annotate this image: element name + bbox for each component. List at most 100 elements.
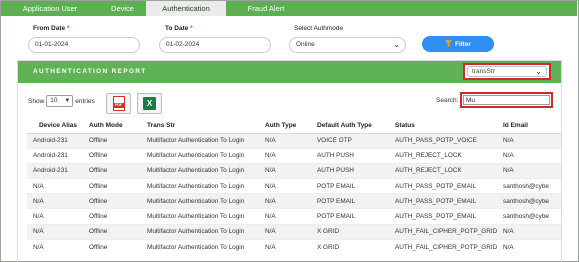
- table-cell: Multifactor Authentication To Login: [147, 132, 265, 149]
- table-cell: AUTH PUSH: [317, 147, 395, 164]
- column-header[interactable]: Device Alias: [27, 118, 89, 134]
- table-row: N/A Offline Multifactor Authentication To …: [27, 193, 561, 209]
- top-tab-bar: Application User Device Authentication F…: [1, 1, 577, 16]
- table-cell: Offline: [89, 223, 147, 240]
- table-cell: santhosh@cybe: [503, 178, 561, 194]
- table-row: N/A Offline Multifactor Authentication To …: [27, 178, 561, 194]
- table-cell: N/A: [265, 132, 317, 149]
- entries-select[interactable]: 10 ▼: [46, 95, 74, 107]
- table-cell: AUTH PUSH: [317, 162, 395, 179]
- column-filter-select[interactable]: transStr ⌄: [463, 63, 551, 80]
- column-header[interactable]: Status: [395, 118, 503, 134]
- column-header[interactable]: Auth Mode: [89, 118, 147, 134]
- table-row: N/A Offline Multifactor Authentication To …: [27, 223, 561, 240]
- column-header[interactable]: Id Email: [503, 118, 561, 134]
- table-cell: AUTH_PASS_POTP_VOICE: [395, 132, 503, 149]
- tab-authentication[interactable]: Authentication: [146, 1, 226, 16]
- column-header[interactable]: Default Auth Type: [317, 118, 395, 134]
- entries-control: Show 10 ▼ entries: [28, 95, 95, 107]
- authmode-value: Online: [296, 41, 315, 48]
- table-cell: N/A: [27, 223, 89, 240]
- from-date-label: From Date *: [33, 25, 70, 32]
- table-cell: Multifactor Authentication To Login: [147, 238, 265, 255]
- to-date-label: To Date *: [165, 25, 193, 32]
- filter-button[interactable]: Filter: [422, 36, 494, 52]
- table-cell: POTP EMAIL: [317, 178, 395, 194]
- table-cell: Offline: [89, 147, 147, 164]
- table-row: N/A Offline Multifactor Authentication To …: [27, 238, 561, 255]
- table-cell: Offline: [89, 193, 147, 209]
- excel-export-icon: X: [143, 97, 156, 110]
- table-cell: Android-231: [27, 132, 89, 149]
- table-cell: N/A: [265, 193, 317, 209]
- table-cell: Multifactor Authentication To Login: [147, 162, 265, 179]
- table-cell: Multifactor Authentication To Login: [147, 208, 265, 225]
- table-row: N/A Offline Multifactor Authentication To …: [27, 208, 561, 225]
- table-cell: AUTH_FAIL_CIPHER_POTP_GRID: [395, 223, 503, 240]
- tab-fraud-alert[interactable]: Fraud Alert: [226, 1, 306, 16]
- table-cell: Offline: [89, 132, 147, 149]
- column-filter-value: transStr ⌄: [467, 66, 547, 77]
- table-cell: Offline: [89, 178, 147, 194]
- table-cell: Offline: [89, 238, 147, 255]
- table-cell: Offline: [89, 162, 147, 179]
- table-row: Android-231 Offline Multifactor Authentica…: [27, 162, 561, 179]
- table-cell: AUTH_PASS_POTP_EMAIL: [395, 178, 503, 194]
- from-date-input[interactable]: 01-01-2024: [28, 37, 140, 53]
- entries-label: entries: [75, 97, 95, 105]
- table-cell: POTP EMAIL: [317, 208, 395, 225]
- column-filter-text: transStr: [472, 68, 495, 75]
- table-cell: N/A: [27, 208, 89, 225]
- table-cell: Offline: [89, 208, 147, 225]
- table-cell: N/A: [265, 208, 317, 225]
- table-cell: N/A: [503, 238, 561, 255]
- table-header-row: Device Alias Auth Mode Trans Str Auth Ty…: [27, 118, 561, 134]
- to-date-input[interactable]: 01-02-2024: [159, 37, 271, 53]
- table-cell: Multifactor Authentication To Login: [147, 193, 265, 209]
- funnel-icon: [445, 40, 453, 48]
- table-cell: VOICE OTP: [317, 132, 395, 149]
- table-cell: AUTH_PASS_POTP_EMAIL: [395, 208, 503, 225]
- pdf-export-button[interactable]: PDF: [106, 93, 131, 114]
- chevron-down-icon: ⌄: [393, 40, 400, 49]
- table-cell: AUTH_REJECT_LOCK: [395, 147, 503, 164]
- report-header: AUTHENTICATION REPORT transStr ⌄: [18, 61, 561, 83]
- table-cell: N/A: [265, 238, 317, 255]
- table-cell: X GRID: [317, 238, 395, 255]
- table-row: Android-231 Offline Multifactor Authentica…: [27, 147, 561, 164]
- authmode-select[interactable]: Online ⌄: [289, 37, 406, 53]
- table-cell: AUTH_PASS_POTP_EMAIL: [395, 193, 503, 209]
- chevron-down-icon: ▼: [64, 98, 71, 104]
- table-cell: N/A: [503, 162, 561, 179]
- excel-export-button[interactable]: X: [137, 93, 162, 114]
- table-cell: Android-231: [27, 162, 89, 179]
- table-cell: N/A: [27, 178, 89, 194]
- table-cell: N/A: [503, 132, 561, 149]
- search-input[interactable]: [463, 95, 550, 105]
- table-cell: N/A: [265, 162, 317, 179]
- tab-application-user[interactable]: Application User: [1, 1, 99, 16]
- search-label: Search:: [436, 97, 459, 104]
- table-cell: N/A: [265, 147, 317, 164]
- column-header[interactable]: Trans Str: [147, 118, 265, 134]
- table-cell: AUTH_FAIL_CIPHER_POTP_GRID: [395, 238, 503, 255]
- table-cell: Multifactor Authentication To Login: [147, 147, 265, 164]
- table-cell: N/A: [27, 238, 89, 255]
- authmode-label: Select Authmode: [294, 25, 344, 32]
- search-highlight: [460, 92, 553, 108]
- table-cell: N/A: [503, 147, 561, 164]
- tab-device[interactable]: Device: [99, 1, 146, 16]
- table-cell: santhosh@cybe: [503, 193, 561, 209]
- pdf-export-icon: PDF: [112, 96, 125, 111]
- filter-panel: From Date * 01-01-2024 To Date * 01-02-2…: [1, 16, 577, 60]
- show-label: Show: [28, 97, 45, 105]
- table-cell: Multifactor Authentication To Login: [147, 178, 265, 194]
- filter-button-label: Filter: [455, 40, 471, 48]
- table-row: Android-231 Offline Multifactor Authentica…: [27, 132, 561, 149]
- report-title: AUTHENTICATION REPORT: [33, 68, 147, 75]
- column-header[interactable]: Auth Type: [265, 118, 317, 134]
- pdf-glyph: PDF: [112, 103, 125, 108]
- report-table: Device Alias Auth Mode Trans Str Auth Ty…: [27, 118, 561, 255]
- authentication-report-card: AUTHENTICATION REPORT transStr ⌄ Show 10…: [17, 60, 562, 262]
- table-cell: N/A: [265, 223, 317, 240]
